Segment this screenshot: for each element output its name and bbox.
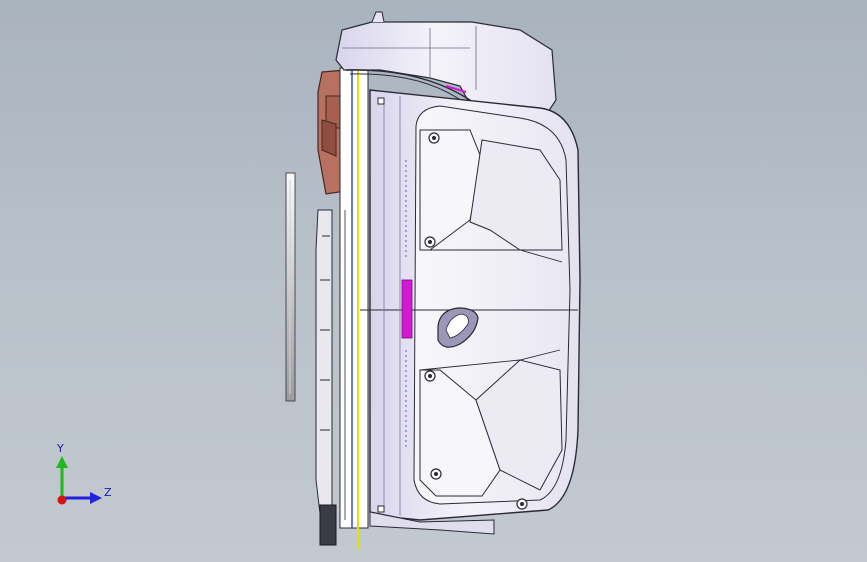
center-plate[interactable] bbox=[339, 67, 369, 550]
cad-viewport[interactable]: Y Z bbox=[0, 0, 867, 562]
axis-label-z: Z bbox=[104, 486, 112, 499]
housing-body[interactable] bbox=[360, 89, 581, 535]
orientation-triad[interactable]: Y Z bbox=[44, 434, 124, 524]
triad-axes-icon bbox=[56, 456, 102, 505]
axis-label-y: Y bbox=[57, 442, 64, 455]
side-plate[interactable] bbox=[285, 172, 296, 402]
left-frame[interactable] bbox=[315, 209, 337, 546]
cad-model-canvas[interactable] bbox=[0, 0, 867, 562]
